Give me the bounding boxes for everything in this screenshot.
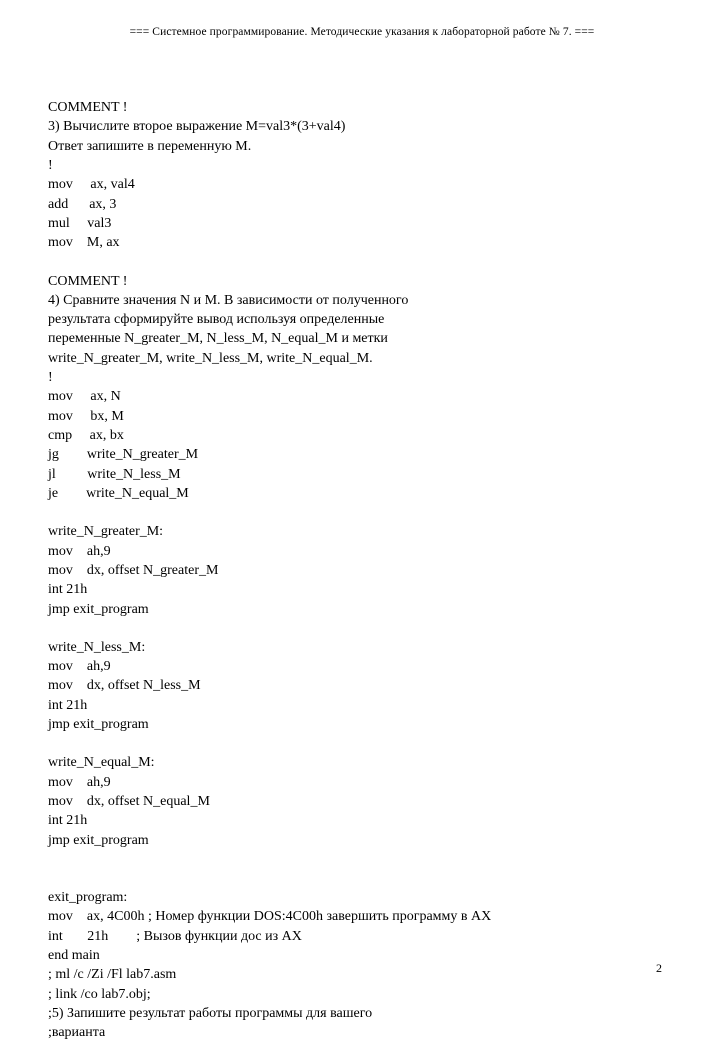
code-line: write_N_less_M:: [48, 638, 676, 657]
code-line: cmp ax, bx: [48, 426, 676, 445]
code-line: int 21h ; Вызов функции дос из AX: [48, 927, 676, 946]
blank-line: [48, 503, 676, 522]
code-line: jmp exit_program: [48, 831, 676, 850]
code-line: COMMENT !: [48, 98, 676, 117]
blank-line: [48, 253, 676, 272]
blank-line: [48, 850, 676, 869]
code-line: mov dx, offset N_equal_M: [48, 792, 676, 811]
code-line: результата сформируйте вывод используя о…: [48, 310, 676, 329]
code-line: jmp exit_program: [48, 715, 676, 734]
code-line: mov ah,9: [48, 542, 676, 561]
code-line: end main: [48, 946, 676, 965]
code-line: mov M, ax: [48, 233, 676, 252]
code-line: 4) Сравните значения N и M. В зависимост…: [48, 291, 676, 310]
code-line: int 21h: [48, 811, 676, 830]
blank-line: [48, 869, 676, 888]
code-line: 3) Вычислите второе выражение M=val3*(3+…: [48, 117, 676, 136]
code-line: ;варианта: [48, 1023, 676, 1042]
code-line: mov bx, M: [48, 407, 676, 426]
code-line: ; link /co lab7.obj;: [48, 985, 676, 1004]
document-body: COMMENT ! 3) Вычислите второе выражение …: [48, 98, 676, 1042]
code-line: write_N_equal_M:: [48, 753, 676, 772]
code-line: !: [48, 368, 676, 387]
code-line: jg write_N_greater_M: [48, 445, 676, 464]
code-line: int 21h: [48, 580, 676, 599]
code-line: !: [48, 156, 676, 175]
code-line: mov ah,9: [48, 657, 676, 676]
code-line: exit_program:: [48, 888, 676, 907]
code-line: mov ax, 4C00h ; Номер функции DOS:4C00h …: [48, 907, 676, 926]
code-line: mul val3: [48, 214, 676, 233]
code-line: int 21h: [48, 696, 676, 715]
code-line: jl write_N_less_M: [48, 465, 676, 484]
blank-line: [48, 734, 676, 753]
code-line: mov ah,9: [48, 773, 676, 792]
code-line: ;5) Запишите результат работы программы …: [48, 1004, 676, 1023]
code-line: mov dx, offset N_greater_M: [48, 561, 676, 580]
code-line: mov ax, val4: [48, 175, 676, 194]
code-line: write_N_greater_M, write_N_less_M, write…: [48, 349, 676, 368]
code-line: COMMENT !: [48, 272, 676, 291]
code-line: переменные N_greater_M, N_less_M, N_equa…: [48, 329, 676, 348]
page-number: 2: [656, 961, 662, 976]
code-line: mov ax, N: [48, 387, 676, 406]
code-line: mov dx, offset N_less_M: [48, 676, 676, 695]
page-header: === Системное программирование. Методиче…: [48, 26, 676, 38]
code-line: Ответ запишите в переменную M.: [48, 137, 676, 156]
page: === Системное программирование. Методиче…: [0, 0, 724, 1024]
blank-line: [48, 619, 676, 638]
code-line: jmp exit_program: [48, 600, 676, 619]
code-line: je write_N_equal_M: [48, 484, 676, 503]
code-line: ; ml /c /Zi /Fl lab7.asm: [48, 965, 676, 984]
code-line: write_N_greater_M:: [48, 522, 676, 541]
code-line: add ax, 3: [48, 195, 676, 214]
